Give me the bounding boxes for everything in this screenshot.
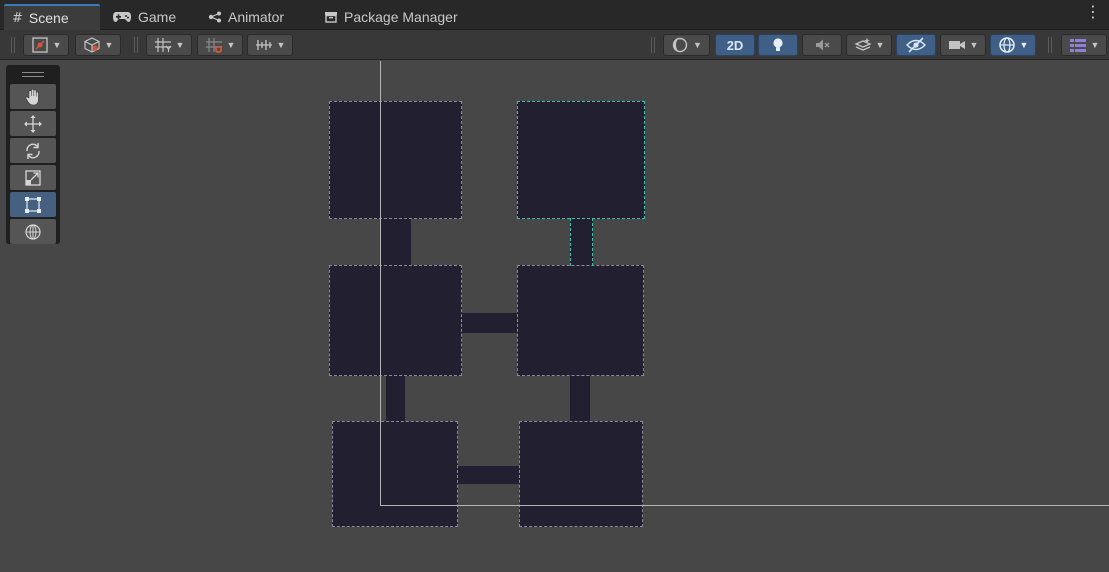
transform-tool-button[interactable] <box>10 219 56 244</box>
package-icon <box>325 12 337 23</box>
transform-globe-icon <box>25 223 41 240</box>
grid-y-icon <box>154 38 171 52</box>
rect-transform-icon <box>25 196 41 213</box>
toggle-audio-button[interactable] <box>802 34 842 56</box>
toggle-lighting-button[interactable] <box>758 34 798 56</box>
ruler-icon <box>255 40 272 50</box>
selection-outline <box>570 218 571 266</box>
audio-mute-icon <box>816 39 830 51</box>
tool-handle-rotation-button[interactable]: ▼ <box>75 34 121 56</box>
tab-label: Animator <box>228 9 285 25</box>
effects-button[interactable]: ▼ <box>846 34 892 56</box>
unity-scene-window: # Scene Game Animator Package Manager ⋮ … <box>0 0 1109 572</box>
rotate-icon <box>26 142 40 159</box>
move-tool-button[interactable] <box>10 111 56 136</box>
scene-toolbar: ▼ ▼ ▼ ▼ ▼ ▼ 2D ▼ ▼ ▼ ▼ <box>0 30 1109 60</box>
camera-bounds-line <box>380 61 381 505</box>
gizmo-globe-icon <box>998 37 1015 53</box>
room-middle-right[interactable] <box>517 265 644 376</box>
chevron-down-icon: ▼ <box>52 40 62 50</box>
grid-visibility-button[interactable]: ▼ <box>146 34 192 56</box>
room-bottom-left[interactable] <box>332 421 458 527</box>
scale-tool-button[interactable] <box>10 165 56 190</box>
tab-label: Package Manager <box>344 9 458 25</box>
chevron-down-icon: ▼ <box>226 40 236 50</box>
increment-snapping-button[interactable]: ▼ <box>247 34 293 56</box>
tool-palette <box>6 65 60 244</box>
layers-effects-icon <box>853 38 872 51</box>
grid-icon: # <box>12 10 23 26</box>
selection-outline <box>592 218 593 266</box>
more-options-icon[interactable]: ⋮ <box>1085 5 1101 21</box>
tab-package-manager[interactable]: Package Manager <box>316 4 466 30</box>
corridor <box>455 466 522 484</box>
scale-icon <box>25 169 41 186</box>
room-top-right[interactable] <box>517 101 645 219</box>
chevron-down-icon: ▼ <box>875 40 885 50</box>
chevron-down-icon: ▼ <box>276 40 286 50</box>
animator-icon <box>208 11 221 23</box>
chevron-down-icon: ▼ <box>693 40 702 50</box>
scene-viewport[interactable] <box>0 61 1109 572</box>
toolbar-grip[interactable] <box>134 37 138 53</box>
overlays-button[interactable]: ▼ <box>1061 34 1107 56</box>
corridor <box>386 375 405 422</box>
room-middle-left[interactable] <box>329 265 462 376</box>
toggle-2d-button[interactable]: 2D <box>715 34 755 56</box>
hand-tool-button[interactable] <box>10 84 56 109</box>
corridor <box>570 375 590 422</box>
chevron-down-icon: ▼ <box>1019 40 1029 50</box>
pivot-icon <box>31 37 48 53</box>
gizmos-button[interactable]: ▼ <box>990 34 1036 56</box>
tab-label: Scene <box>28 10 69 26</box>
overlay-menu-icon <box>1069 39 1086 52</box>
toolbar-grip[interactable] <box>11 37 15 53</box>
toolbar-grip[interactable] <box>651 37 655 53</box>
gamepad-icon <box>113 12 131 22</box>
camera-icon <box>948 41 965 49</box>
chevron-down-icon: ▼ <box>1090 40 1100 50</box>
light-bulb-icon <box>773 38 783 51</box>
draw-mode-button[interactable]: ▼ <box>663 34 710 56</box>
move-arrows-icon <box>24 114 42 133</box>
tool-handle-position-button[interactable]: ▼ <box>23 34 69 56</box>
tab-animator[interactable]: Animator <box>200 4 292 30</box>
shading-sphere-icon <box>672 37 688 53</box>
corridor <box>570 217 593 267</box>
toggle-2d-label: 2D <box>726 37 744 53</box>
room-bottom-right[interactable] <box>519 421 643 527</box>
grid-snap-icon <box>205 38 222 53</box>
toolbar-grip[interactable] <box>1048 37 1052 53</box>
chevron-down-icon: ▼ <box>175 40 185 50</box>
tab-bar: # Scene Game Animator Package Manager ⋮ <box>0 0 1109 30</box>
tab-scene[interactable]: # Scene <box>4 4 100 30</box>
eye-hidden-icon <box>906 37 926 53</box>
tab-game[interactable]: Game <box>104 4 184 30</box>
grid-snapping-button[interactable]: ▼ <box>197 34 243 56</box>
scene-visibility-button[interactable] <box>896 34 936 56</box>
camera-bounds-line <box>380 505 1109 506</box>
local-cube-icon <box>83 37 100 53</box>
rotate-tool-button[interactable] <box>10 138 56 163</box>
rect-tool-button[interactable] <box>10 192 56 217</box>
palette-drag-handle[interactable] <box>22 72 44 77</box>
corridor <box>459 313 521 333</box>
chevron-down-icon: ▼ <box>104 40 114 50</box>
scene-camera-button[interactable]: ▼ <box>940 34 986 56</box>
tab-label: Game <box>138 9 177 25</box>
hand-icon <box>25 88 39 105</box>
chevron-down-icon: ▼ <box>969 40 979 50</box>
corridor <box>381 217 411 267</box>
room-top-left[interactable] <box>329 101 462 219</box>
